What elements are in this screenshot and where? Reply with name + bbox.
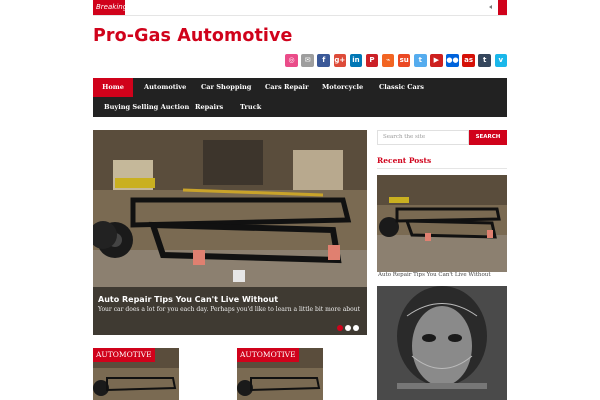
post-category-badge[interactable]: AUTOMOTIVE: [93, 348, 155, 362]
facebook-icon[interactable]: f: [317, 54, 330, 67]
google-plus-icon[interactable]: g+: [333, 54, 347, 67]
nav-item-repairs[interactable]: Repairs: [195, 98, 223, 117]
main-nav: Home Automotive Car Shopping Cars Repair…: [93, 78, 507, 117]
slide-excerpt: Your car does a lot for you each day. Pe…: [98, 306, 360, 313]
slider-dot[interactable]: [353, 325, 359, 331]
next-arrow-icon[interactable]: [498, 0, 507, 15]
nav-item-car-shopping[interactable]: Car Shopping: [201, 78, 251, 97]
linkedin-icon[interactable]: in: [349, 54, 363, 67]
post-card[interactable]: AUTOMOTIVE: [237, 348, 323, 400]
recent-post-title[interactable]: Auto Repair Tips You Can't Live Without: [378, 272, 491, 278]
slide-title[interactable]: Auto Repair Tips You Can't Live Without: [98, 295, 278, 304]
lastfm-icon[interactable]: as: [462, 54, 475, 67]
nav-item-buying-selling-auction[interactable]: Buying Selling Auction: [104, 98, 189, 117]
pinterest-icon[interactable]: P: [365, 54, 379, 67]
breaking-news-bar: Breaking: [93, 0, 507, 16]
vimeo-icon[interactable]: v: [494, 54, 507, 67]
nav-item-classic-cars[interactable]: Classic Cars: [379, 78, 424, 97]
chevron-left-icon[interactable]: [489, 5, 492, 9]
nav-item-truck[interactable]: Truck: [240, 98, 261, 117]
post-category-badge[interactable]: AUTOMOTIVE: [237, 348, 299, 362]
email-icon[interactable]: ✉: [301, 54, 314, 67]
featured-slider[interactable]: [93, 130, 367, 335]
youtube-icon[interactable]: ▶: [430, 54, 443, 67]
breaking-nav[interactable]: [487, 0, 507, 15]
social-icons: ◎ ✉ f g+ in P ⌁ su t ▶ ●● as t v: [255, 54, 507, 69]
nav-item-home[interactable]: Home: [93, 78, 133, 97]
rss-icon[interactable]: ⌁: [381, 54, 395, 67]
nav-item-automotive[interactable]: Automotive: [144, 78, 186, 97]
recent-post-image: [377, 175, 507, 272]
dribbble-icon[interactable]: ◎: [285, 54, 298, 67]
site-title[interactable]: Pro-Gas Automotive: [93, 26, 293, 46]
nav-item-motorcycle[interactable]: Motorcycle: [322, 78, 363, 97]
tumblr-icon[interactable]: t: [478, 54, 491, 67]
search-input[interactable]: Search the site: [377, 130, 469, 145]
slider-dot[interactable]: [345, 325, 351, 331]
twitter-icon[interactable]: t: [414, 54, 427, 67]
post-card[interactable]: AUTOMOTIVE: [93, 348, 179, 400]
recent-post-thumbnail-2[interactable]: [377, 286, 507, 400]
flickr-icon[interactable]: ●●: [446, 54, 459, 67]
divider: [377, 168, 507, 169]
breaking-label: Breaking: [93, 0, 127, 15]
recent-posts-heading: Recent Posts: [377, 156, 432, 165]
slider-dot[interactable]: [337, 325, 343, 331]
stumbleupon-icon[interactable]: su: [397, 54, 411, 67]
slider-dots: [337, 325, 359, 331]
nav-item-cars-repair[interactable]: Cars Repair: [265, 78, 309, 97]
search-button[interactable]: SEARCH: [469, 130, 507, 145]
recent-post-thumbnail[interactable]: [377, 175, 507, 272]
recent-post-image-2: [377, 286, 507, 400]
